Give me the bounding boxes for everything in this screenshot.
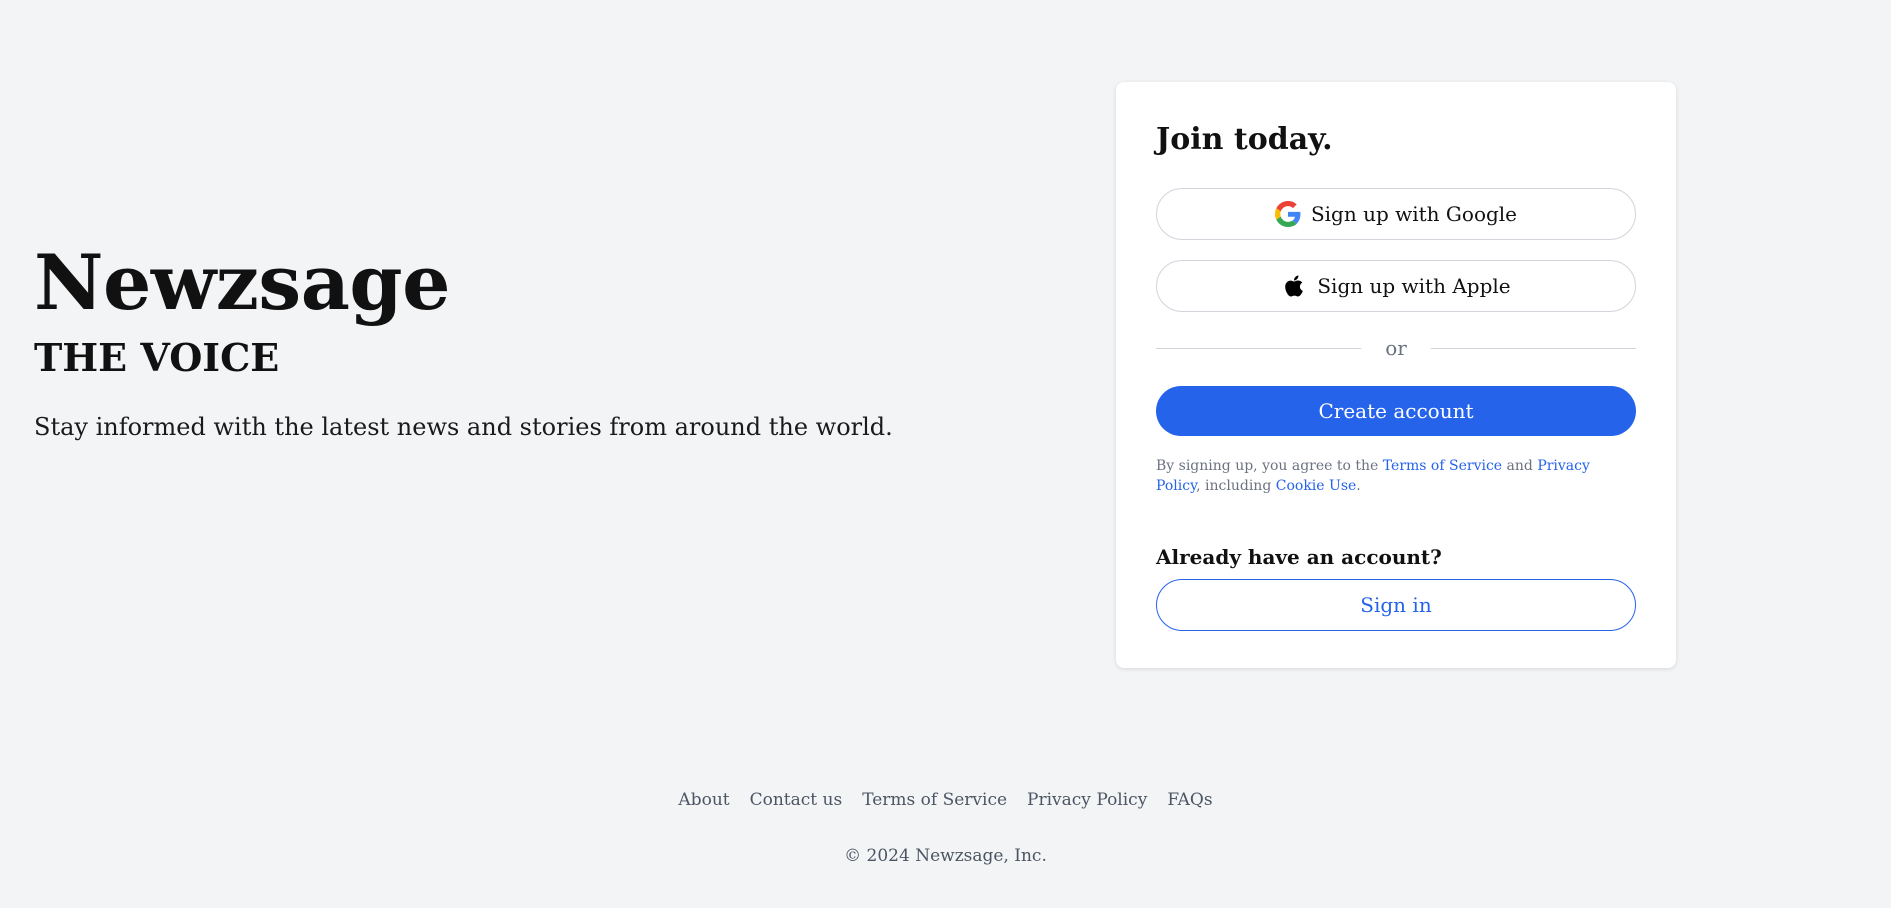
terms-including: , including <box>1196 478 1272 495</box>
terms-notice: By signing up, you agree to the Terms of… <box>1156 456 1636 497</box>
apple-icon <box>1281 273 1307 299</box>
hero-section: Newzsage THE VOICE Stay informed with th… <box>34 245 893 442</box>
footer-link-about[interactable]: About <box>678 790 729 810</box>
copyright-text: © 2024 Newzsage, Inc. <box>844 846 1047 866</box>
google-signup-button[interactable]: Sign up with Google <box>1156 188 1636 240</box>
signup-card: Join today. Sign up with Google Sign up … <box>1116 82 1676 668</box>
terms-and: and <box>1506 458 1533 474</box>
terms-suffix: . <box>1356 478 1361 495</box>
brand-tagline: THE VOICE <box>34 335 280 380</box>
apple-signup-button[interactable]: Sign up with Apple <box>1156 260 1636 312</box>
have-account-heading: Already have an account? <box>1156 544 1442 569</box>
hero-description: Stay informed with the latest news and s… <box>34 413 893 441</box>
terms-prefix: By signing up, you agree to the <box>1156 458 1379 474</box>
brand-title: Newzsage <box>34 238 450 327</box>
google-signup-label: Sign up with Google <box>1310 202 1518 226</box>
signup-title: Join today. <box>1156 122 1333 157</box>
sign-in-button[interactable]: Sign in <box>1156 578 1636 631</box>
divider-line-right <box>1430 347 1637 349</box>
footer-link-faqs[interactable]: FAQs <box>1167 790 1212 810</box>
or-divider: or <box>1156 334 1637 362</box>
google-icon <box>1274 201 1301 227</box>
cookie-use-link[interactable]: Cookie Use <box>1276 478 1357 494</box>
divider-text: or <box>1385 336 1407 360</box>
footer-link-privacy[interactable]: Privacy Policy <box>1027 790 1147 810</box>
terms-of-service-link[interactable]: Terms of Service <box>1383 458 1502 474</box>
footer-link-terms[interactable]: Terms of Service <box>862 790 1007 810</box>
create-account-button[interactable]: Create account <box>1156 386 1636 436</box>
footer-nav: About Contact us Terms of Service Privac… <box>0 790 1891 810</box>
apple-signup-label: Sign up with Apple <box>1317 274 1511 298</box>
divider-line-left <box>1156 347 1362 349</box>
footer-link-contact[interactable]: Contact us <box>750 790 843 810</box>
